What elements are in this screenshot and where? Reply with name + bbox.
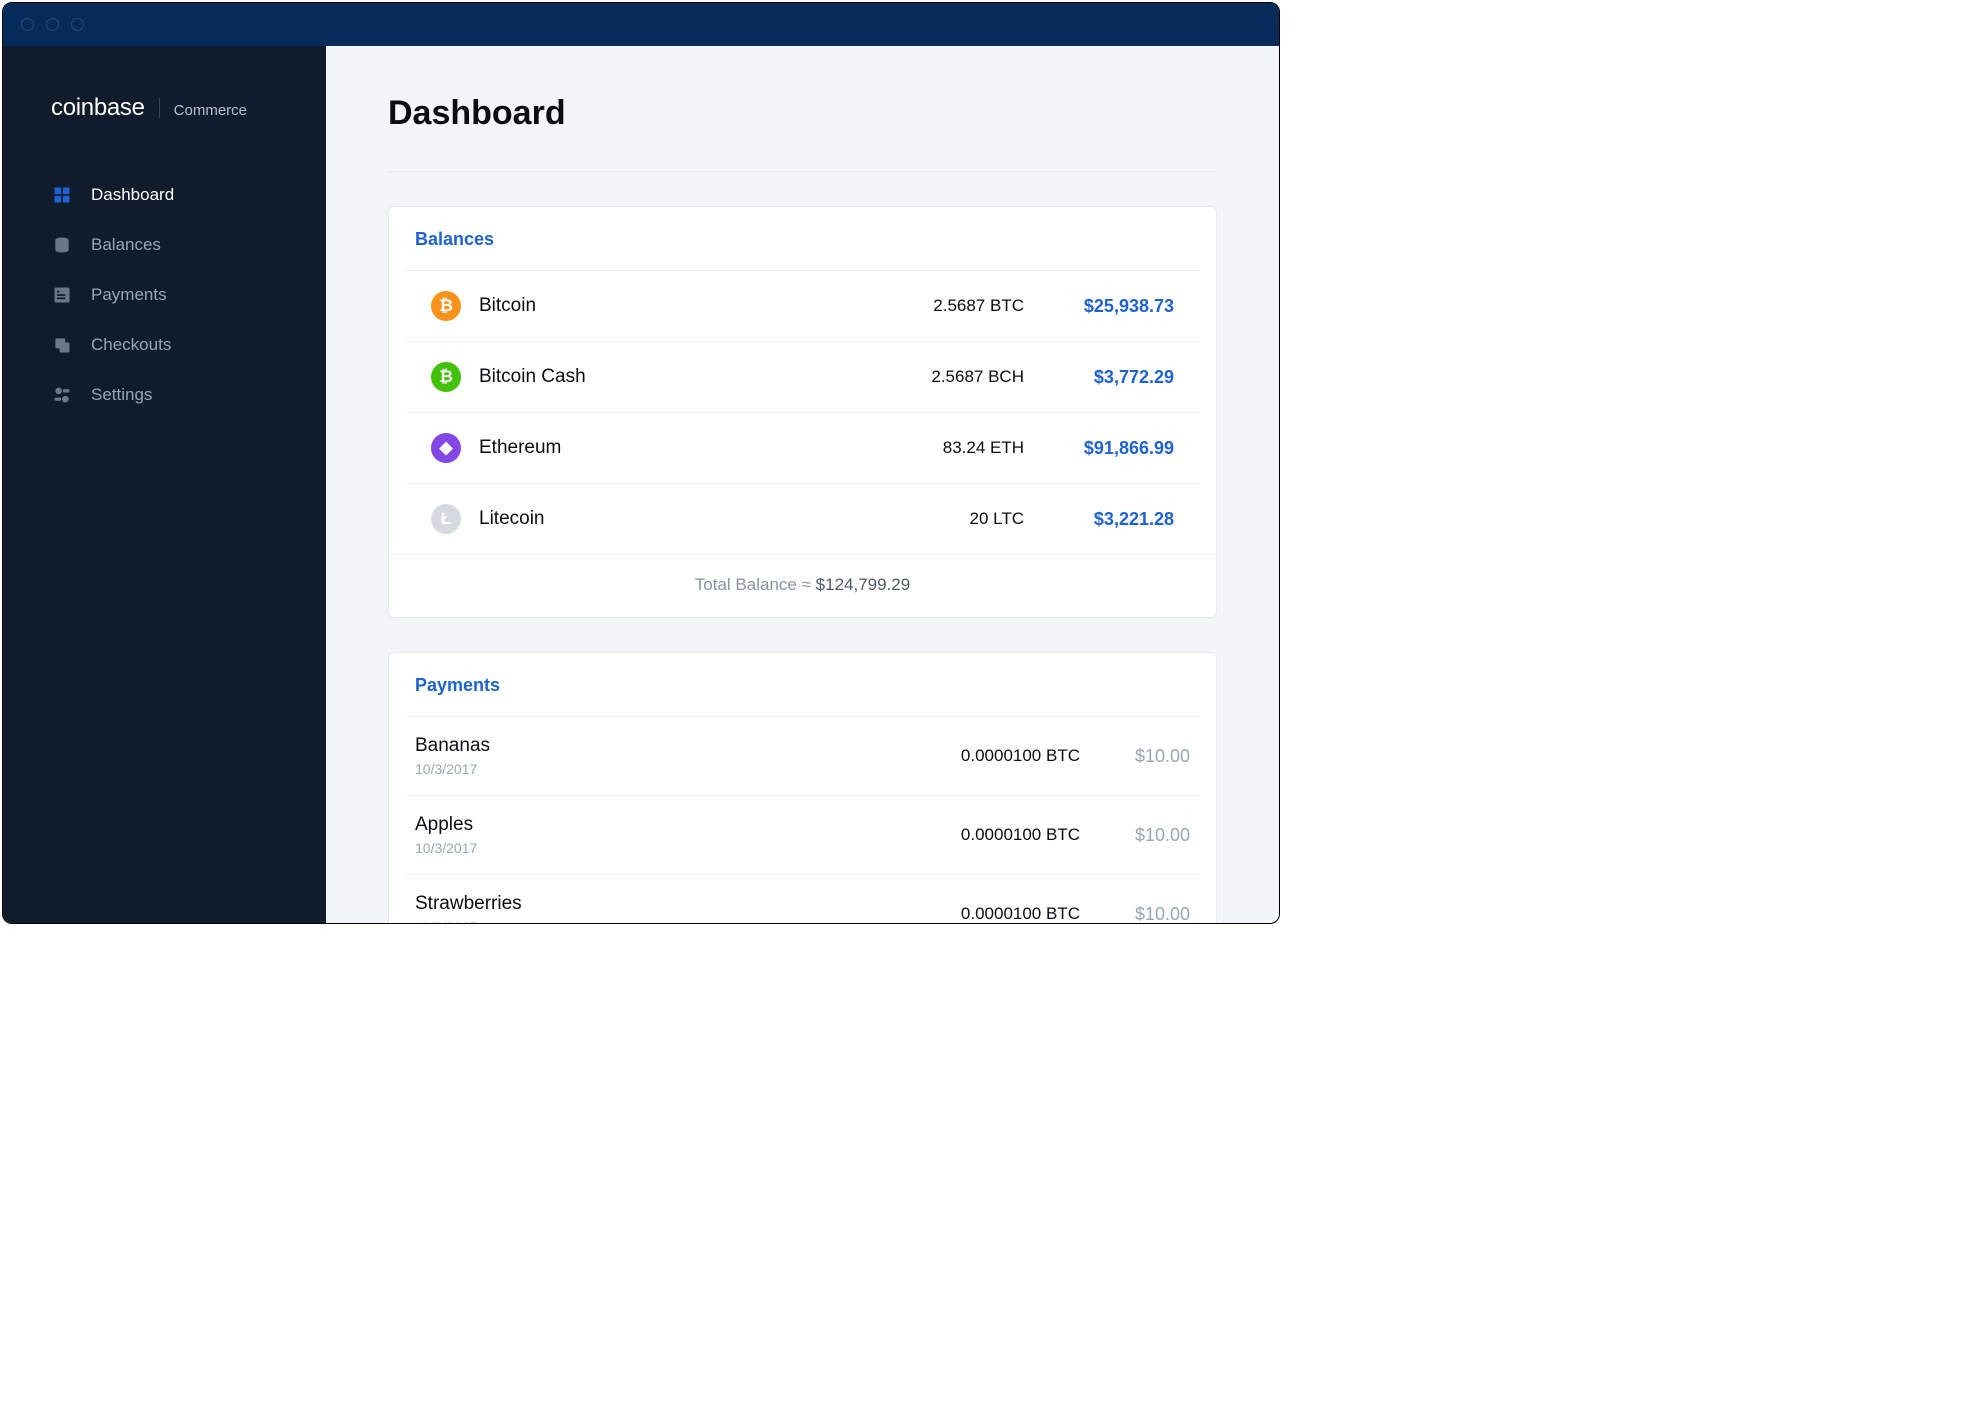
payment-date: 10/3/2017: [415, 840, 880, 856]
coin-amount: 83.24 ETH: [854, 438, 1024, 458]
sidebar-item-label: Checkouts: [91, 335, 171, 355]
payment-row[interactable]: Strawberries 10/3/20170.0000100 BTC$10.00: [405, 874, 1200, 923]
brand: coinbase Commerce: [3, 94, 326, 170]
balances-total-row: Total Balance ≈ $124,799.29: [389, 554, 1216, 617]
coin-amount: 2.5687 BCH: [854, 367, 1024, 387]
sidebar-item-settings[interactable]: Settings: [3, 370, 326, 420]
balance-row[interactable]: ₿ Bitcoin Cash2.5687 BCH$3,772.29: [405, 341, 1200, 412]
payment-usd: $10.00: [1080, 746, 1190, 767]
coin-usd: $3,772.29: [1024, 367, 1174, 388]
payment-name: Apples: [415, 814, 880, 836]
coin-icon: ◆: [431, 433, 461, 463]
main-content: Dashboard Balances ₿ Bitcoin2.5687 BTC$25…: [326, 46, 1279, 923]
payments-card: Payments Bananas10/3/20170.0000100 BTC$1…: [388, 652, 1217, 923]
checkouts-icon: [51, 334, 73, 356]
coin-icon: ₿: [431, 362, 461, 392]
window-maximize-dot[interactable]: [71, 18, 84, 31]
dashboard-icon: [51, 184, 73, 206]
sidebar-item-payments[interactable]: Payments: [3, 270, 326, 320]
coin-name: Litecoin: [479, 508, 854, 530]
coin-icon: Ł: [431, 504, 461, 534]
balances-card-title[interactable]: Balances: [389, 207, 1216, 270]
settings-icon: [51, 384, 73, 406]
payment-amount: 0.0000100 BTC: [880, 904, 1080, 923]
coin-amount: 2.5687 BTC: [854, 296, 1024, 316]
balances-total-label: Total Balance ≈: [695, 575, 811, 594]
sidebar-item-checkouts[interactable]: Checkouts: [3, 320, 326, 370]
sidebar-item-label: Balances: [91, 235, 161, 255]
brand-separator: [159, 98, 160, 118]
payments-icon: [51, 284, 73, 306]
coin-usd: $25,938.73: [1024, 296, 1174, 317]
payment-row[interactable]: Apples 10/3/20170.0000100 BTC$10.00: [405, 795, 1200, 874]
payment-usd: $10.00: [1080, 904, 1190, 924]
payment-usd: $10.00: [1080, 825, 1190, 846]
window-close-dot[interactable]: [21, 18, 34, 31]
balance-row[interactable]: Ł Litecoin20 LTC$3,221.28: [405, 483, 1200, 554]
app-window: coinbase Commerce Dashboard Balances Payme…: [2, 2, 1280, 924]
balances-icon: [51, 234, 73, 256]
coin-amount: 20 LTC: [854, 509, 1024, 529]
sidebar-item-label: Dashboard: [91, 185, 174, 205]
coin-usd: $3,221.28: [1024, 509, 1174, 530]
payments-card-title[interactable]: Payments: [389, 653, 1216, 716]
balances-card: Balances ₿ Bitcoin2.5687 BTC$25,938.73 ₿ Bi…: [388, 206, 1217, 618]
balances-total-amount: $124,799.29: [816, 575, 911, 594]
brand-main: coinbase: [51, 94, 145, 122]
sidebar-item-label: Settings: [91, 385, 152, 405]
coin-name: Bitcoin: [479, 295, 854, 317]
payment-amount: 0.0000100 BTC: [880, 825, 1080, 845]
payment-row[interactable]: Bananas 10/3/20170.0000100 BTC$10.00: [405, 716, 1200, 795]
page-title: Dashboard: [388, 94, 1217, 172]
payment-name: Bananas: [415, 735, 880, 757]
balance-row[interactable]: ₿ Bitcoin2.5687 BTC$25,938.73: [405, 270, 1200, 341]
coin-name: Bitcoin Cash: [479, 366, 854, 388]
sidebar-nav: Dashboard Balances Payments Checkouts Settin…: [3, 170, 326, 420]
payment-amount: 0.0000100 BTC: [880, 746, 1080, 766]
payment-date: 10/3/2017: [415, 761, 880, 777]
coin-name: Ethereum: [479, 437, 854, 459]
coin-usd: $91,866.99: [1024, 438, 1174, 459]
payment-name: Strawberries: [415, 893, 880, 915]
brand-sub: Commerce: [174, 102, 247, 119]
app-body: coinbase Commerce Dashboard Balances Payme…: [3, 46, 1279, 923]
window-minimize-dot[interactable]: [46, 18, 59, 31]
sidebar: coinbase Commerce Dashboard Balances Payme…: [3, 46, 326, 923]
sidebar-item-label: Payments: [91, 285, 167, 305]
balance-row[interactable]: ◆ Ethereum83.24 ETH$91,866.99: [405, 412, 1200, 483]
sidebar-item-dashboard[interactable]: Dashboard: [3, 170, 326, 220]
coin-icon: ₿: [431, 291, 461, 321]
payment-date: 10/3/2017: [415, 919, 880, 923]
window-titlebar: [3, 3, 1279, 46]
sidebar-item-balances[interactable]: Balances: [3, 220, 326, 270]
